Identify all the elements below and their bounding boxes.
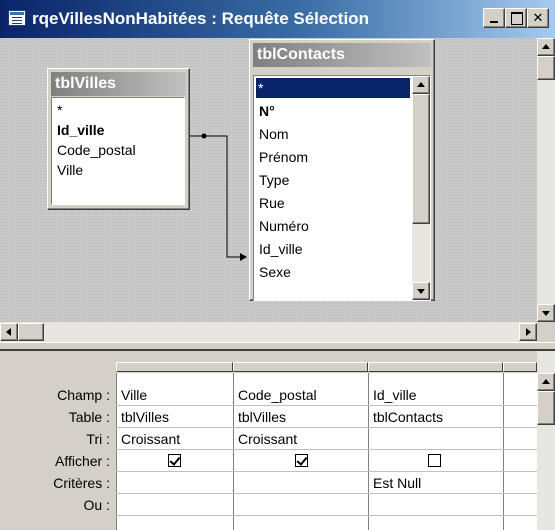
- grid-vertical-scrollbar[interactable]: [537, 351, 555, 530]
- scroll-up-button[interactable]: [537, 38, 555, 56]
- cell-ou[interactable]: [118, 494, 232, 516]
- scroll-left-button[interactable]: [0, 323, 18, 341]
- scroll-thumb[interactable]: [18, 323, 44, 341]
- cell-table[interactable]: tblVilles: [118, 406, 232, 428]
- cell-tri[interactable]: Croissant: [235, 428, 367, 450]
- upper-horizontal-scrollbar[interactable]: [0, 322, 537, 342]
- column-selector[interactable]: [116, 362, 233, 372]
- cell-criteres[interactable]: [118, 472, 232, 494]
- cell-champ[interactable]: Code_postal: [235, 384, 367, 406]
- cell-tri[interactable]: Croissant: [118, 428, 232, 450]
- cell-table[interactable]: tblContacts: [370, 406, 502, 428]
- grid-line: [116, 373, 117, 530]
- grid-line: [233, 373, 234, 530]
- cell-tri[interactable]: [370, 428, 502, 450]
- query-design-window: rqeVillesNonHabitées : Requête Sélection…: [0, 0, 555, 530]
- column-selector[interactable]: [233, 362, 368, 372]
- row-label-afficher: Afficher :: [55, 453, 110, 469]
- grid-line: [503, 373, 504, 530]
- row-label-criteres: Critères :: [53, 475, 110, 491]
- scroll-thumb[interactable]: [537, 56, 555, 80]
- column-selector[interactable]: [368, 362, 503, 372]
- cell-table[interactable]: tblVilles: [235, 406, 367, 428]
- column-selector[interactable]: [503, 362, 537, 372]
- scrollbar-corner: [537, 322, 555, 342]
- upper-vertical-scrollbar[interactable]: [537, 38, 555, 322]
- row-label-champ: Champ :: [57, 387, 110, 403]
- scroll-right-button[interactable]: [519, 323, 537, 341]
- row-label-table: Table :: [68, 409, 110, 425]
- show-checkbox[interactable]: [168, 454, 181, 467]
- show-checkbox[interactable]: [428, 454, 441, 467]
- scroll-down-button[interactable]: [537, 304, 555, 322]
- show-checkbox[interactable]: [295, 454, 308, 467]
- cell-criteres[interactable]: Est Null: [370, 472, 502, 494]
- cell-champ[interactable]: Id_ville: [370, 384, 502, 406]
- cell-ou[interactable]: [235, 494, 367, 516]
- scroll-thumb[interactable]: [537, 391, 555, 425]
- row-label-ou: Ou :: [83, 497, 110, 513]
- grid-line: [368, 373, 369, 530]
- row-label-tri: Tri :: [86, 431, 110, 447]
- cell-ou[interactable]: [370, 494, 502, 516]
- pane-splitter[interactable]: [0, 342, 555, 351]
- cell-criteres[interactable]: [235, 472, 367, 494]
- cell-champ[interactable]: Ville: [118, 384, 232, 406]
- scroll-up-button[interactable]: [537, 373, 555, 391]
